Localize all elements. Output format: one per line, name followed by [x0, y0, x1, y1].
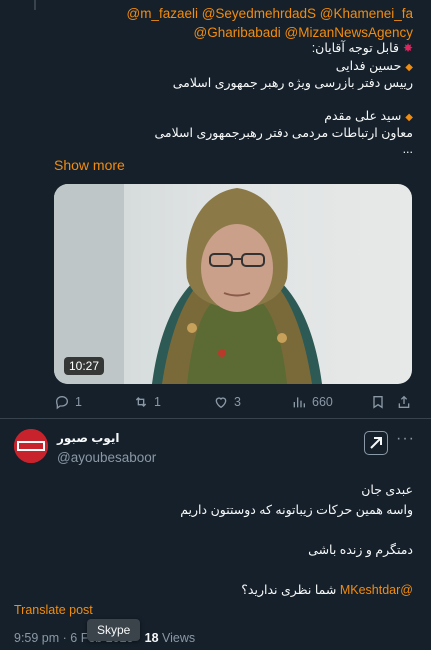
video-duration-badge: 10:27 — [64, 357, 105, 375]
reply-button[interactable]: 1 — [54, 394, 82, 410]
more-icon[interactable]: ··· — [396, 430, 415, 448]
sparkle-icon: ✸ — [402, 41, 413, 55]
thread-line — [34, 0, 36, 10]
views-count: 660 — [312, 395, 333, 409]
user-handle[interactable]: @ayoubesaboor — [57, 450, 156, 465]
reply-count: 1 — [75, 395, 82, 409]
mention-link[interactable]: @MKeshtdar — [340, 583, 413, 597]
display-name[interactable]: ایوب صبور — [57, 431, 119, 445]
avatar-logo-icon — [14, 429, 48, 463]
like-button[interactable]: 3 — [213, 394, 241, 410]
diamond-icon: ◆ — [405, 62, 413, 73]
tweet-actions: 1 1 3 660 — [54, 394, 414, 414]
views-button[interactable]: 660 — [291, 394, 333, 410]
avatar[interactable] — [14, 429, 48, 463]
person1-name: حسین فدایی — [335, 59, 402, 73]
video-player[interactable] — [54, 184, 412, 384]
attention-line: ✸قابل توجه آقایان: — [312, 40, 413, 55]
video-background — [54, 184, 124, 384]
reply-line-2: واسه همین حرکات زیباتونه که دوستتون داری… — [180, 503, 413, 517]
person2-name: سید علی مقدم — [324, 109, 402, 123]
diamond-icon: ◆ — [405, 112, 413, 123]
reply-line-1: عبدی جان — [361, 483, 413, 497]
reply-line-4: @MKeshtdar شما نظری ندارید؟ — [241, 582, 413, 597]
like-count: 3 — [234, 395, 241, 409]
share-icon — [398, 395, 410, 408]
person2-title: معاون ارتباطات مردمی دفتر رهبرجمهوری اسل… — [154, 126, 413, 140]
views-label: Views — [158, 631, 196, 645]
bookmark-button[interactable] — [370, 394, 386, 410]
retweet-count: 1 — [154, 395, 161, 409]
retweet-button[interactable]: 1 — [133, 394, 161, 410]
views-number: 18 — [144, 631, 159, 645]
person1-name-line: ◆حسین فدایی — [336, 58, 413, 73]
like-icon — [215, 397, 227, 409]
grok-icon[interactable] — [364, 431, 388, 455]
tooltip: Skype — [87, 619, 141, 641]
person2-name-line: ◆سید علی مقدم — [324, 108, 413, 123]
mentions-line-1[interactable]: @m_fazaeli @SeyedmehrdadS @Khamenei_fa — [126, 6, 413, 21]
attention-text: قابل توجه آقایان: — [311, 41, 399, 55]
translate-post-link[interactable]: Translate post — [14, 603, 93, 617]
bookmark-icon — [373, 396, 383, 409]
tweet-divider — [0, 418, 431, 419]
views-icon — [293, 397, 305, 408]
mentions-line-2[interactable]: @Gharibabadi @MizanNewsAgency — [193, 25, 413, 40]
reply-line-3: دمتگرم و زنده باشی — [308, 543, 413, 557]
video-thumbnail-person — [152, 188, 322, 384]
share-button[interactable] — [396, 394, 412, 410]
retweet-icon — [135, 397, 147, 407]
show-more-link[interactable]: Show more — [54, 157, 125, 173]
reply-icon — [55, 395, 69, 410]
tweet-mentions: @m_fazaeli @SeyedmehrdadS @Khamenei_fa @… — [113, 4, 413, 42]
person1-title: رییس دفتر بازرسی ویژه رهبر جمهوری اسلامی — [172, 76, 413, 90]
reply-question: شما نظری ندارید؟ — [241, 583, 337, 597]
ellipsis: ... — [402, 142, 413, 156]
